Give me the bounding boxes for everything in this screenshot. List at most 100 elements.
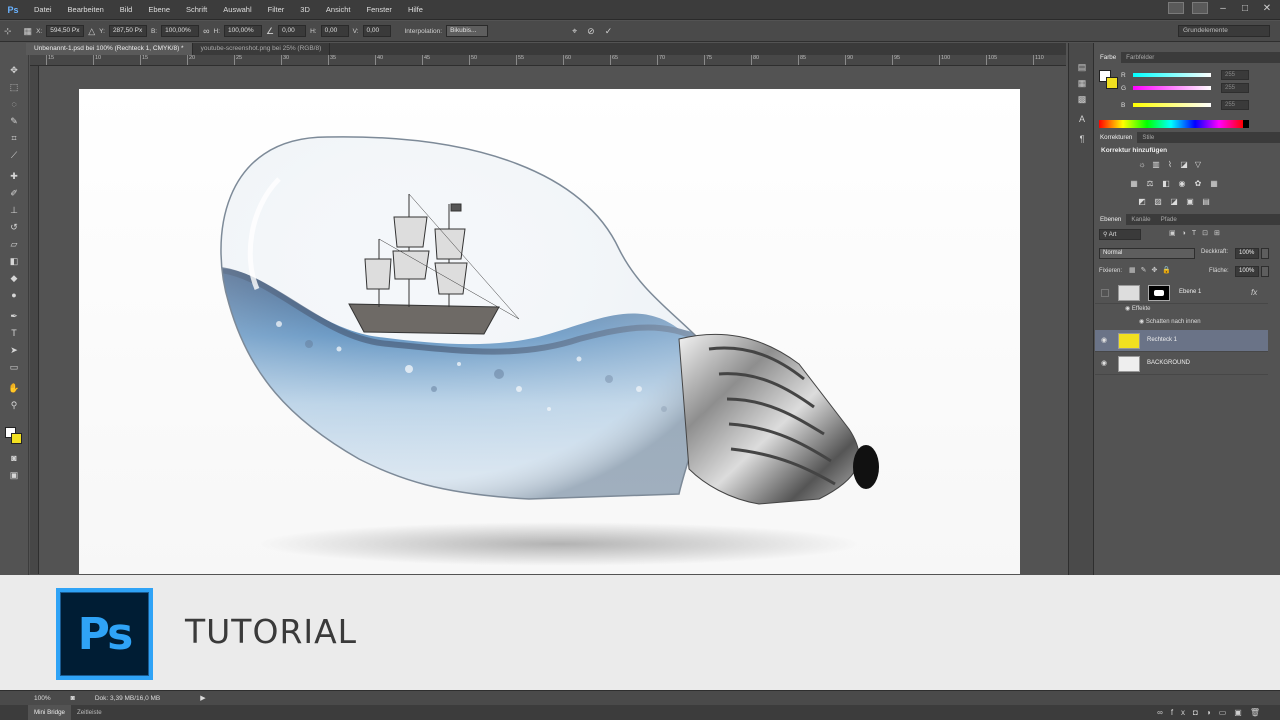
threshold-icon[interactable]: ◪ <box>1169 197 1179 206</box>
document-canvas[interactable] <box>79 89 1020 574</box>
green-slider[interactable] <box>1133 86 1211 90</box>
levels-icon[interactable]: ▥ <box>1151 160 1161 169</box>
transform-tool-icon[interactable]: ⊹ <box>4 26 12 37</box>
maximize-icon[interactable]: □ <box>1238 3 1252 14</box>
menu-fenster[interactable]: Fenster <box>359 5 400 14</box>
zoom-level[interactable]: 100% <box>34 695 51 702</box>
background-color-swatch[interactable] <box>11 433 22 444</box>
navigator-panel-icon[interactable]: ▩ <box>1075 93 1089 105</box>
vskew-field[interactable]: 0,00 <box>362 25 391 37</box>
close-icon[interactable]: ✕ <box>1260 3 1274 14</box>
tab-ebenen[interactable]: Ebenen <box>1095 214 1127 225</box>
history-brush-icon[interactable]: ↺ <box>5 220 23 234</box>
gradient-tool-icon[interactable]: ◧ <box>5 254 23 268</box>
tab-stile[interactable]: Stile <box>1137 132 1159 143</box>
zoom-tool-icon[interactable]: ⚲ <box>5 398 23 412</box>
tab-mini-bridge[interactable]: Mini Bridge <box>28 705 71 720</box>
character-panel-icon[interactable]: A <box>1075 113 1089 125</box>
hand-tool-icon[interactable]: ✋ <box>5 381 23 395</box>
selective-color-icon[interactable]: ▣ <box>1185 197 1195 206</box>
workspace-select[interactable]: Grundelemente <box>1178 25 1270 37</box>
eye-icon[interactable]: ◉ <box>1101 336 1111 346</box>
link-icon[interactable]: ∞ <box>203 26 209 36</box>
tab-unbenannt[interactable]: Unbenannt-1.psd bei 100% (Rechteck 1, CM… <box>26 43 193 55</box>
fx-icon[interactable]: fx <box>1251 288 1257 297</box>
black-white-icon[interactable]: ◧ <box>1161 179 1171 188</box>
menu-ebene[interactable]: Ebene <box>140 5 178 14</box>
channel-mixer-icon[interactable]: ✿ <box>1193 179 1203 188</box>
menu-bearbeiten[interactable]: Bearbeiten <box>60 5 112 14</box>
layer-row-background[interactable]: ◉ BACKGROUND <box>1095 353 1268 375</box>
menu-bild[interactable]: Bild <box>112 5 141 14</box>
lock-icons[interactable]: ▦✎✥🔒 <box>1129 266 1176 274</box>
marquee-tool-icon[interactable]: ⬚ <box>5 80 23 94</box>
red-slider[interactable] <box>1133 73 1211 77</box>
opacity-dropdown[interactable] <box>1261 248 1269 259</box>
blend-mode-select[interactable]: Normal <box>1099 248 1195 259</box>
color-balance-icon[interactable]: ⚖ <box>1145 179 1155 188</box>
layer-panel-footer-icons[interactable]: ∞fx◘◑▭▣🗑 <box>1157 708 1268 717</box>
history-panel-icon[interactable]: ▤ <box>1075 61 1089 73</box>
curves-icon[interactable]: ⌇ <box>1165 160 1175 169</box>
tab-zeitleiste[interactable]: Zeitleiste <box>71 709 108 716</box>
pen-tool-icon[interactable]: ✒ <box>5 309 23 323</box>
x-position-field[interactable]: 594,50 Px <box>46 25 85 37</box>
width-percent-field[interactable]: 100,00% <box>161 25 200 37</box>
opacity-field[interactable]: 100% <box>1235 248 1259 259</box>
layer-filter-select[interactable]: ⚲ Art <box>1099 229 1141 240</box>
delta-icon[interactable]: △ <box>88 26 95 37</box>
y-position-field[interactable]: 287,50 Px <box>108 25 147 37</box>
angle-field[interactable]: 0,00 <box>278 25 307 37</box>
green-value[interactable]: 255 <box>1221 83 1249 93</box>
paragraph-panel-icon[interactable]: ¶ <box>1075 133 1089 145</box>
screen-mode-tool-icon[interactable]: ▣ <box>5 468 23 482</box>
eyedropper-tool-icon[interactable]: ⟋ <box>5 148 23 162</box>
menu-hilfe[interactable]: Hilfe <box>400 5 431 14</box>
swatch-panel-icon[interactable]: ▦ <box>1075 77 1089 89</box>
type-tool-icon[interactable]: T <box>5 326 23 340</box>
arrange-documents-icon[interactable] <box>1168 2 1184 14</box>
quick-selection-tool-icon[interactable]: ✎ <box>5 114 23 128</box>
hue-saturation-icon[interactable]: ▦ <box>1129 179 1139 188</box>
color-bg-swatch[interactable] <box>1106 77 1118 89</box>
menu-filter[interactable]: Filter <box>260 5 293 14</box>
quick-mask-icon[interactable]: ◙ <box>5 451 23 465</box>
stamp-tool-icon[interactable]: ⊥ <box>5 203 23 217</box>
cancel-transform-icon[interactable]: ⊘ <box>587 26 595 37</box>
color-lookup-icon[interactable]: ▦ <box>1209 179 1219 188</box>
gradient-map-icon[interactable]: ▤ <box>1201 197 1211 206</box>
blur-tool-icon[interactable]: ◆ <box>5 271 23 285</box>
status-arrow-icon[interactable]: ▶ <box>200 694 205 702</box>
fill-field[interactable]: 100% <box>1235 266 1259 277</box>
photo-filter-icon[interactable]: ◉ <box>1177 179 1187 188</box>
reference-point-icon[interactable]: ▦ <box>24 26 33 37</box>
hskew-field[interactable]: 0,00 <box>320 25 349 37</box>
interpolation-select[interactable]: Bikubis... <box>446 25 489 37</box>
shape-tool-icon[interactable]: ▭ <box>5 360 23 374</box>
brightness-icon[interactable]: ☼ <box>1137 160 1147 169</box>
eye-icon[interactable]: ◉ <box>1125 306 1132 312</box>
screen-mode-icon[interactable] <box>1192 2 1208 14</box>
eye-icon[interactable]: ◉ <box>1101 359 1111 369</box>
tab-youtube-screenshot[interactable]: youtube-screenshot.png bei 25% (RGB/8) <box>193 43 331 55</box>
layer-row-ebene-1[interactable]: Ebene 1 fx <box>1095 282 1268 304</box>
tab-farbfelder[interactable]: Farbfelder <box>1121 52 1159 63</box>
eraser-tool-icon[interactable]: ▱ <box>5 237 23 251</box>
photoshop-app-icon[interactable]: Ps <box>0 0 26 20</box>
tab-kanaele[interactable]: Kanäle <box>1126 214 1155 225</box>
tab-farbe[interactable]: Farbe <box>1095 52 1122 63</box>
height-percent-field[interactable]: 100,00% <box>224 25 263 37</box>
invert-icon[interactable]: ◩ <box>1137 197 1147 206</box>
color-spectrum-bar[interactable] <box>1099 120 1243 128</box>
eye-icon[interactable]: ◉ <box>1139 319 1146 325</box>
menu-datei[interactable]: Datei <box>26 5 60 14</box>
exposure-icon[interactable]: ◪ <box>1179 160 1189 169</box>
lasso-tool-icon[interactable]: ◌ <box>5 97 23 111</box>
blue-value[interactable]: 255 <box>1221 100 1249 110</box>
minimize-icon[interactable]: – <box>1216 3 1230 14</box>
crop-tool-icon[interactable]: ⌗ <box>5 131 23 145</box>
move-tool-icon[interactable]: ✥ <box>5 63 23 77</box>
warp-icon[interactable]: ⌖ <box>572 26 577 37</box>
posterize-icon[interactable]: ▨ <box>1153 197 1163 206</box>
layer-name[interactable]: Ebene 1 <box>1179 289 1201 295</box>
